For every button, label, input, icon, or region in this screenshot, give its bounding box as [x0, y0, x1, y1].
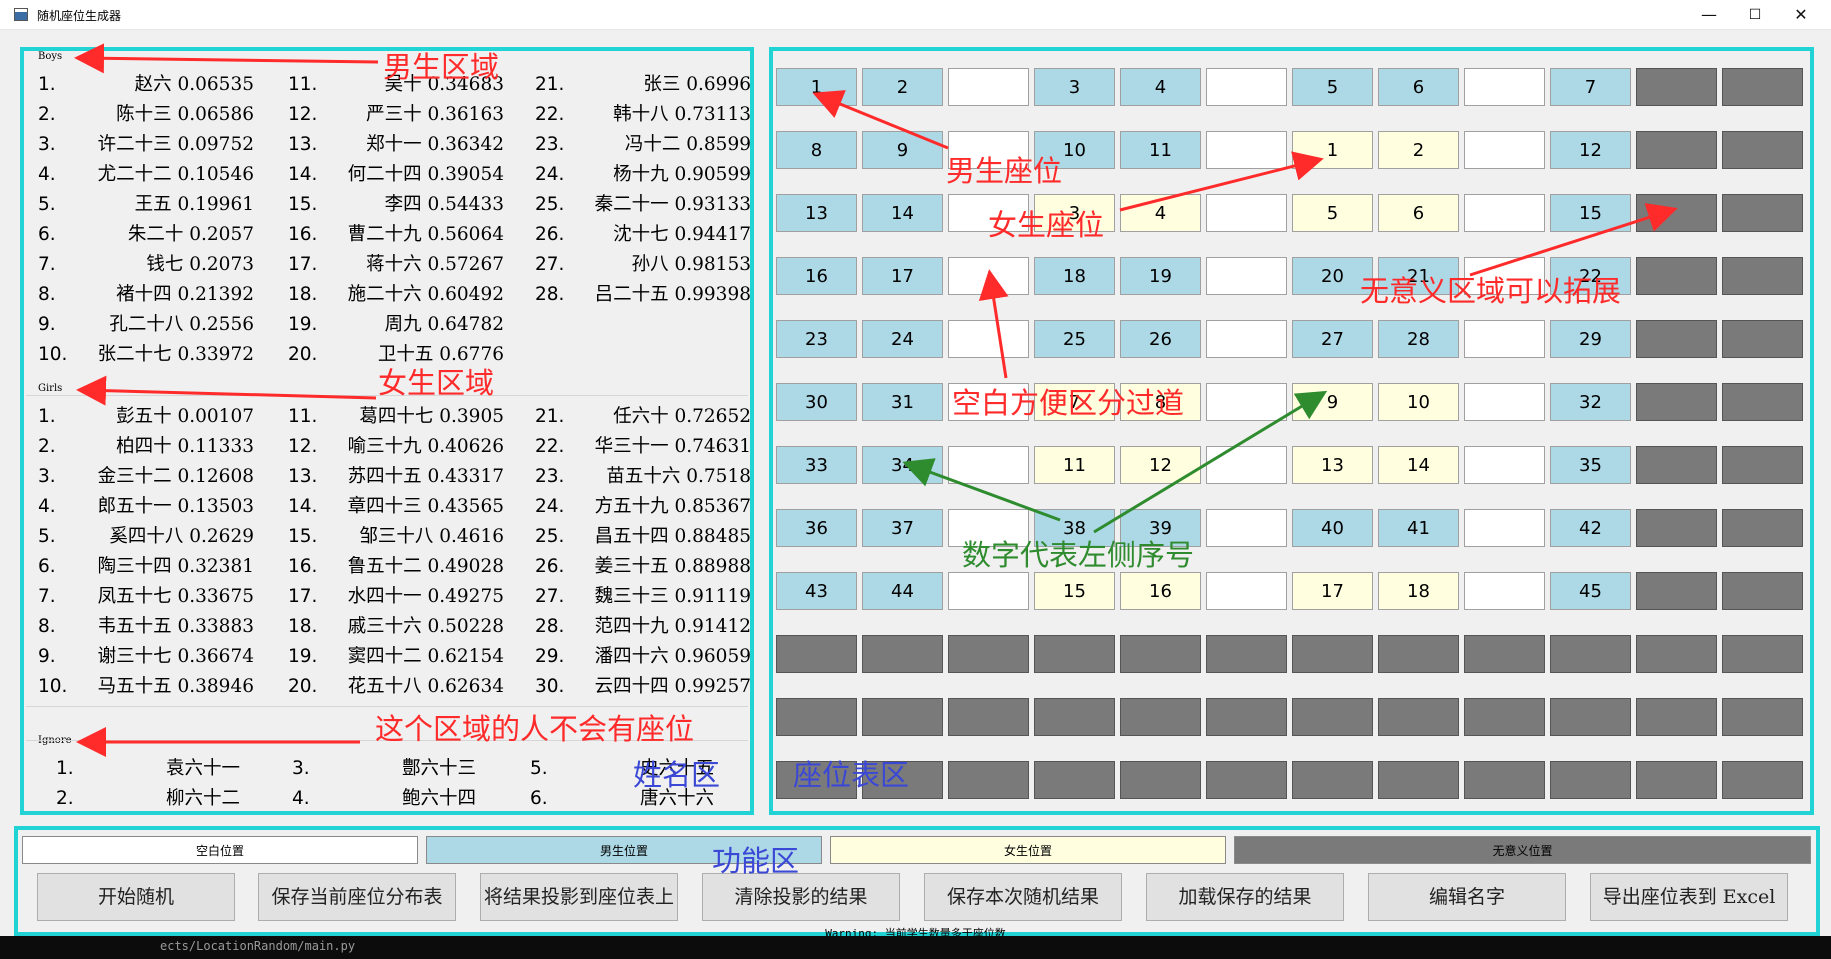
annotation-extend: 无意义区域可以拓展: [1360, 274, 1622, 308]
arrow-boys: [74, 43, 379, 74]
annotation-number-meaning: 数字代表左侧序号: [962, 538, 1195, 572]
arrow-boy-seat: [812, 90, 949, 150]
annotation-arrows: [74, 43, 1678, 757]
annotation-boy-seat: 男生座位: [946, 154, 1063, 188]
arrow-girl-seat: [1119, 151, 1324, 212]
arrow-extend: [1469, 203, 1678, 277]
annotation-name-area: 姓名区: [633, 758, 721, 792]
annotation-ignore-area: 这个区域的人不会有座位: [375, 712, 695, 746]
arrow-aisle: [978, 269, 1009, 379]
annotation-aisle: 空白方便区分过道: [952, 386, 1185, 420]
annotation-function-area: 功能区: [712, 844, 800, 878]
annotation-boys-area: 男生区域: [383, 50, 500, 84]
annotation-seat-area: 座位表区: [793, 758, 910, 792]
arrow-girls: [76, 375, 377, 406]
arrow-number-boy: [902, 458, 1061, 522]
annotation-girl-seat: 女生座位: [988, 208, 1105, 242]
annotation-girls-area: 女生区域: [378, 366, 495, 400]
